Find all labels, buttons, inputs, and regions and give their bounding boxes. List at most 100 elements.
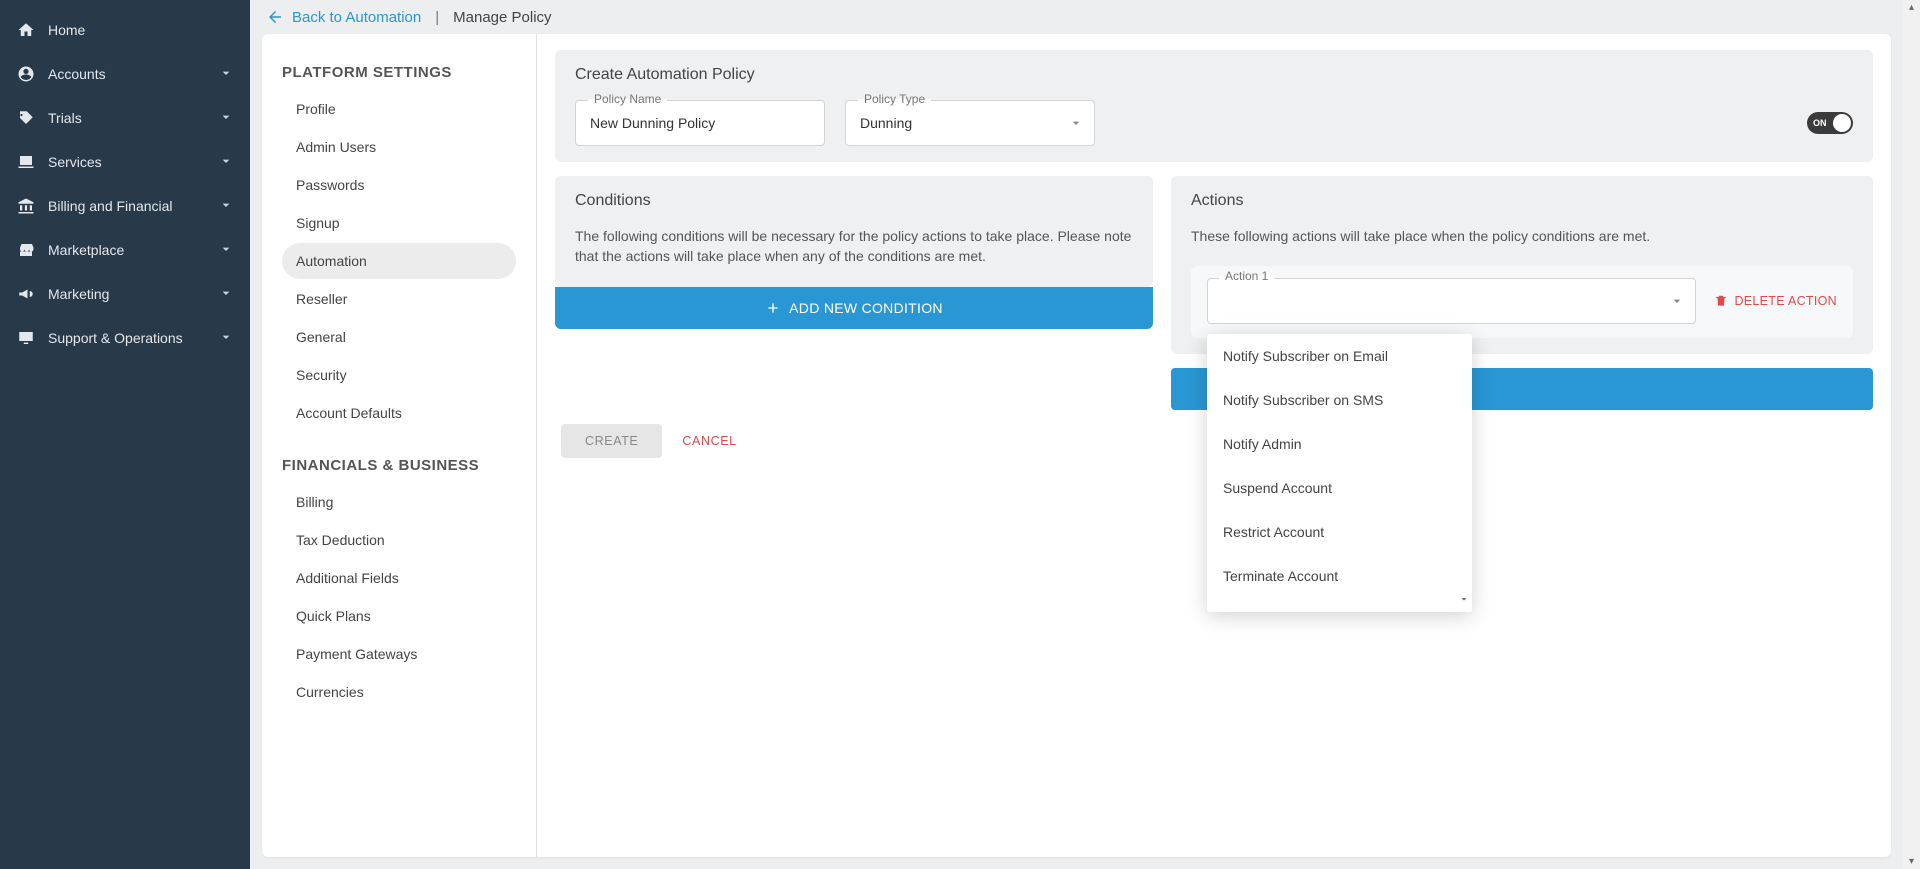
settings-item-tax-deduction[interactable]: Tax Deduction [282,522,516,558]
settings-item-reseller[interactable]: Reseller [282,281,516,317]
action-option-notify-admin[interactable]: Notify Admin [1207,422,1472,466]
main-area: Back to Automation | Manage Policy PLATF… [250,0,1903,869]
account-icon [16,64,36,84]
add-condition-button[interactable]: ADD NEW CONDITION [555,287,1153,329]
policy-type-field[interactable]: Policy Type [845,100,1095,146]
trash-icon [1714,294,1728,308]
work-area: Create Automation Policy Policy Name Pol… [537,34,1891,857]
scroll-down-icon[interactable]: ▾ [1903,856,1920,867]
action-select-wrap: Action 1 [1207,278,1696,324]
actions-description: These following actions will take place … [1191,226,1853,246]
chevron-down-icon [218,153,234,172]
settings-group-title: FINANCIALS & BUSINESS [282,457,516,474]
create-policy-title: Create Automation Policy [575,66,1853,84]
conditions-card: Conditions The following conditions will… [555,176,1153,287]
policy-type-select[interactable] [846,101,1094,145]
actions-column: Actions These following actions will tak… [1171,176,1873,410]
content-panel: PLATFORM SETTINGS Profile Admin Users Pa… [262,34,1891,857]
sidebar-item-marketplace[interactable]: Marketplace [0,228,250,272]
settings-item-automation[interactable]: Automation [282,243,516,279]
chevron-down-icon [218,241,234,260]
home-icon [16,20,36,40]
sidebar-item-label: Accounts [48,66,106,82]
create-policy-card: Create Automation Policy Policy Name Pol… [555,50,1873,162]
bank-icon [16,196,36,216]
topbar-separator: | [435,9,439,26]
settings-group-platform: PLATFORM SETTINGS Profile Admin Users Pa… [282,64,516,431]
cancel-button[interactable]: CANCEL [682,434,736,448]
action-dropdown-scroll[interactable]: Notify Subscriber on Email Notify Subscr… [1207,334,1472,592]
action-option-notify-email[interactable]: Notify Subscriber on Email [1207,334,1472,378]
page-scrollbar[interactable]: ▴ ▾ [1903,0,1920,869]
settings-item-billing[interactable]: Billing [282,484,516,520]
chevron-down-icon [1068,115,1084,131]
policy-name-input[interactable] [576,101,824,145]
policy-name-field[interactable]: Policy Name [575,100,825,146]
chevron-down-icon [218,329,234,348]
action-select-input[interactable] [1208,279,1695,323]
action-row-1: Action 1 DELETE ACTION [1191,266,1853,338]
create-button[interactable]: CREATE [561,424,662,458]
delete-action-button[interactable]: DELETE ACTION [1714,294,1837,308]
sidebar-item-home[interactable]: Home [0,8,250,52]
chevron-down-icon [218,65,234,84]
settings-nav: PLATFORM SETTINGS Profile Admin Users Pa… [262,34,537,857]
settings-item-passwords[interactable]: Passwords [282,167,516,203]
back-to-automation-link[interactable]: Back to Automation [266,8,421,26]
sidebar-item-label: Marketing [48,286,109,302]
topbar: Back to Automation | Manage Policy [250,0,1903,34]
action-option-terminate-account[interactable]: Terminate Account [1207,554,1472,592]
action-option-restrict-account[interactable]: Restrict Account [1207,510,1472,554]
sidebar-item-accounts[interactable]: Accounts [0,52,250,96]
settings-item-signup[interactable]: Signup [282,205,516,241]
action-select-field[interactable] [1207,278,1696,324]
scroll-up-icon[interactable]: ▴ [1903,2,1920,13]
plus-icon [765,300,781,316]
store-icon [16,240,36,260]
settings-item-currencies[interactable]: Currencies [282,674,516,710]
settings-item-account-defaults[interactable]: Account Defaults [282,395,516,431]
conditions-title: Conditions [575,192,1133,210]
create-policy-fields: Policy Name Policy Type ON [575,100,1853,146]
chevron-down-icon [1669,293,1685,309]
actions-title: Actions [1191,192,1853,210]
settings-item-payment-gateways[interactable]: Payment Gateways [282,636,516,672]
sidebar-item-label: Home [48,22,85,38]
action-option-suspend-account[interactable]: Suspend Account [1207,466,1472,510]
settings-item-profile[interactable]: Profile [282,91,516,127]
sidebar-item-label: Marketplace [48,242,124,258]
chevron-down-icon [218,197,234,216]
settings-item-additional-fields[interactable]: Additional Fields [282,560,516,596]
sidebar-item-label: Support & Operations [48,330,183,346]
primary-sidebar: Home Accounts Trials Services Billing an… [0,0,250,869]
settings-group-financials: FINANCIALS & BUSINESS Billing Tax Deduct… [282,457,516,710]
settings-item-quick-plans[interactable]: Quick Plans [282,598,516,634]
policy-enabled-toggle[interactable]: ON [1807,112,1853,134]
back-link-label: Back to Automation [292,9,421,26]
action-option-notify-sms[interactable]: Notify Subscriber on SMS [1207,378,1472,422]
settings-item-general[interactable]: General [282,319,516,355]
sidebar-item-support-operations[interactable]: Support & Operations [0,316,250,360]
delete-action-label: DELETE ACTION [1734,294,1837,308]
sidebar-item-marketing[interactable]: Marketing [0,272,250,316]
policy-type-label: Policy Type [858,92,931,106]
arrow-left-icon [266,8,284,26]
settings-item-security[interactable]: Security [282,357,516,393]
chevron-down-icon [218,109,234,128]
sidebar-item-services[interactable]: Services [0,140,250,184]
sidebar-item-label: Billing and Financial [48,198,173,214]
sidebar-item-billing-financial[interactable]: Billing and Financial [0,184,250,228]
toggle-label: ON [1813,118,1827,128]
actions-card: Actions These following actions will tak… [1171,176,1873,354]
sidebar-item-label: Trials [48,110,82,126]
action-select-label: Action 1 [1219,269,1274,283]
tag-icon [16,108,36,128]
conditions-column: Conditions The following conditions will… [555,176,1153,329]
conditions-description: The following conditions will be necessa… [575,226,1133,267]
megaphone-icon [16,284,36,304]
policy-name-label: Policy Name [588,92,667,106]
page-title: Manage Policy [453,9,551,26]
sidebar-item-trials[interactable]: Trials [0,96,250,140]
settings-item-admin-users[interactable]: Admin Users [282,129,516,165]
layers-icon [16,152,36,172]
